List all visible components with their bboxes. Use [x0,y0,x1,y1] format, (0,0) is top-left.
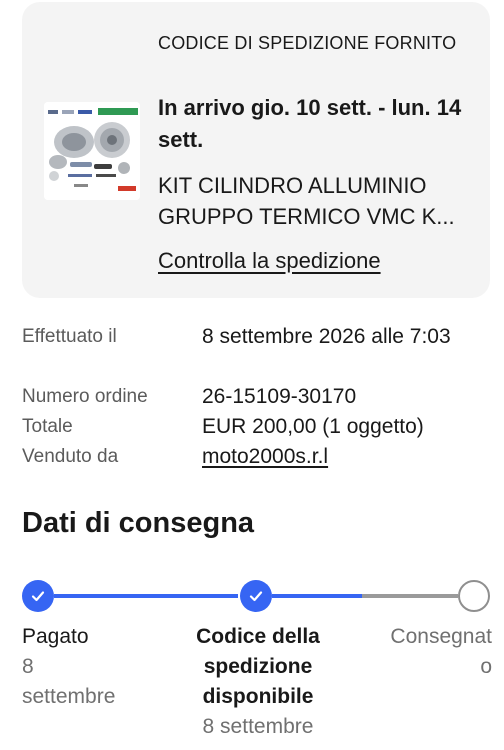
delivery-progress [0,576,504,616]
step-paid-date: 8 settembre [22,655,116,708]
seller-label: Venduto da [22,446,119,467]
order-number-value: 26-15109-30170 [202,385,357,408]
progress-segment-2a [272,594,362,598]
track-shipment-link[interactable]: Controlla la spedizione [158,246,381,276]
order-date-label: Effettuato il [22,326,117,347]
product-image-icon [44,102,140,200]
order-total-label: Totale [22,416,73,437]
step-delivered: Consegnato [384,622,492,682]
step-delivered-label: Consegnato [390,625,492,678]
step-tracking-date: 8 settembre [202,715,314,738]
progress-segment-1 [54,594,238,598]
step-delivered-empty-icon [458,580,490,612]
order-total-value: EUR 200,00 (1 oggetto) [202,415,424,438]
estimated-arrival: In arrivo gio. 10 sett. - lun. 14 sett. [158,95,462,152]
delivery-section-title: Dati di consegna [22,507,255,539]
step-paid: Pagato 8 settembre [22,622,132,712]
shipment-status: CODICE DI SPEDIZIONE FORNITO [158,33,457,53]
order-date-value: 8 settembre 2026 alle 7:03 [202,325,451,348]
product-thumbnail[interactable] [44,102,140,200]
step-tracking-check-icon [240,580,272,612]
order-number-label: Numero ordine [22,386,148,407]
step-tracking: Codice della spedizione disponibile 8 se… [170,622,346,742]
step-tracking-label: Codice della spedizione disponibile [196,625,320,708]
item-title[interactable]: KIT CILINDRO ALLUMINIO GRUPPO TERMICO VM… [158,170,480,232]
progress-segment-2b [362,594,458,598]
step-paid-check-icon [22,580,54,612]
step-paid-label: Pagato [22,625,89,648]
shipment-card[interactable]: CODICE DI SPEDIZIONE FORNITO In arrivo g… [22,2,490,298]
seller-link[interactable]: moto2000s.r.l [202,442,482,472]
